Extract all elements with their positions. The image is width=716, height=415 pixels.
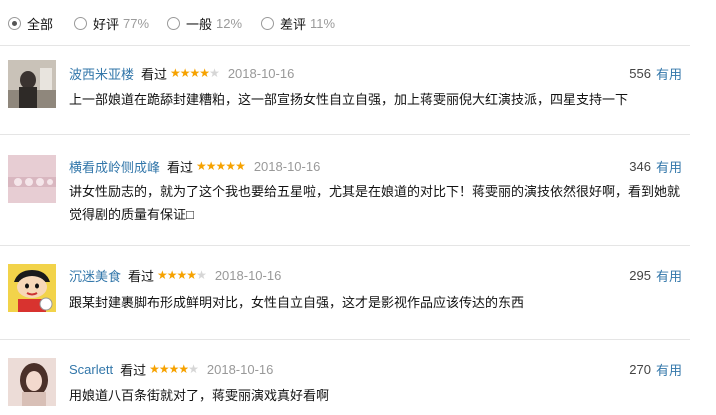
vote-count: 295 (629, 267, 651, 283)
avatar-image (8, 358, 56, 406)
star-filled-icon: ★★★★ (157, 268, 197, 282)
filter-neutral[interactable]: 一般 12% (167, 13, 242, 33)
avatar-image (8, 155, 56, 203)
comment-date: 2018-10-16 (206, 361, 274, 377)
filter-percent: 12% (216, 15, 243, 31)
star-rating: ★★★★★ (170, 66, 220, 80)
filter-positive[interactable]: 好评 77% (74, 13, 149, 33)
divider (0, 339, 690, 340)
watched-label: 看过 (128, 268, 155, 284)
divider (0, 245, 690, 246)
avatar[interactable] (8, 264, 56, 312)
vote-area: 295 有用 (629, 266, 682, 284)
star-empty-icon: ★ (209, 66, 220, 80)
filter-percent: 77% (123, 15, 150, 31)
filter-label: 好评 (93, 16, 120, 32)
filter-label: 差评 (280, 16, 307, 32)
filter-label: 一般 (186, 16, 213, 32)
vote-count: 270 (629, 361, 651, 377)
username-link[interactable]: Scarlett (69, 362, 113, 377)
filter-label: 全部 (27, 16, 54, 32)
avatar-image (8, 264, 56, 312)
divider (0, 45, 690, 46)
comment-text: 讲女性励志的，就为了这个我也要给五星啦，尤其是在娘道的对比下！蒋雯丽的演技依然很… (69, 184, 681, 222)
divider (0, 134, 690, 135)
watched-label: 看过 (167, 159, 194, 175)
radio-icon[interactable] (74, 16, 87, 30)
star-rating: ★★★★★ (196, 159, 246, 173)
comment-date: 2018-10-16 (253, 158, 321, 174)
vote-area: 556 有用 (629, 64, 682, 82)
useful-button[interactable]: 有用 (656, 360, 682, 379)
avatar-image (8, 60, 56, 108)
star-rating: ★★★★★ (157, 268, 207, 282)
radio-icon[interactable] (261, 16, 274, 30)
useful-button[interactable]: 有用 (656, 64, 682, 83)
vote-area: 346 有用 (629, 157, 682, 175)
star-filled-icon: ★★★★★ (196, 159, 246, 173)
vote-count: 556 (629, 65, 651, 81)
avatar[interactable] (8, 155, 56, 203)
username-link[interactable]: 沉迷美食 (69, 266, 121, 285)
rating-filter-bar: 全部 好评 77% 一般 12% 差评 11% (0, 0, 716, 44)
vote-area: 270 有用 (629, 360, 682, 378)
comment-date: 2018-10-16 (227, 65, 295, 81)
username-link[interactable]: 波西米亚楼 (69, 64, 134, 83)
filter-percent: 11% (310, 15, 336, 31)
avatar[interactable] (8, 358, 56, 406)
comment-text: 用娘道八百条街就对了，蒋雯丽演戏真好看啊 (69, 388, 330, 403)
avatar[interactable] (8, 60, 56, 108)
star-rating: ★★★★★ (149, 362, 199, 376)
useful-button[interactable]: 有用 (656, 266, 682, 285)
watched-label: 看过 (120, 362, 147, 378)
vote-count: 346 (629, 158, 651, 174)
filter-negative[interactable]: 差评 11% (261, 13, 335, 33)
radio-checked-icon[interactable] (8, 16, 21, 30)
star-empty-icon: ★ (196, 268, 207, 282)
radio-icon[interactable] (167, 16, 180, 30)
comment-text: 跟某封建裹脚布形成鲜明对比，女性自立自强，这才是影视作品应该传达的东西 (69, 295, 525, 310)
star-filled-icon: ★★★★ (170, 66, 210, 80)
useful-button[interactable]: 有用 (656, 157, 682, 176)
comment-text: 上一部娘道在跪舔封建糟粕，这一部宣扬女性自立自强，加上蒋雯丽倪大红演技派，四星支… (69, 92, 629, 107)
star-filled-icon: ★★★★ (149, 362, 189, 376)
star-empty-icon: ★ (188, 362, 199, 376)
watched-label: 看过 (141, 66, 168, 82)
comment-date: 2018-10-16 (214, 267, 282, 283)
filter-all[interactable]: 全部 (8, 13, 53, 33)
username-link[interactable]: 横看成岭侧成峰 (69, 157, 160, 176)
